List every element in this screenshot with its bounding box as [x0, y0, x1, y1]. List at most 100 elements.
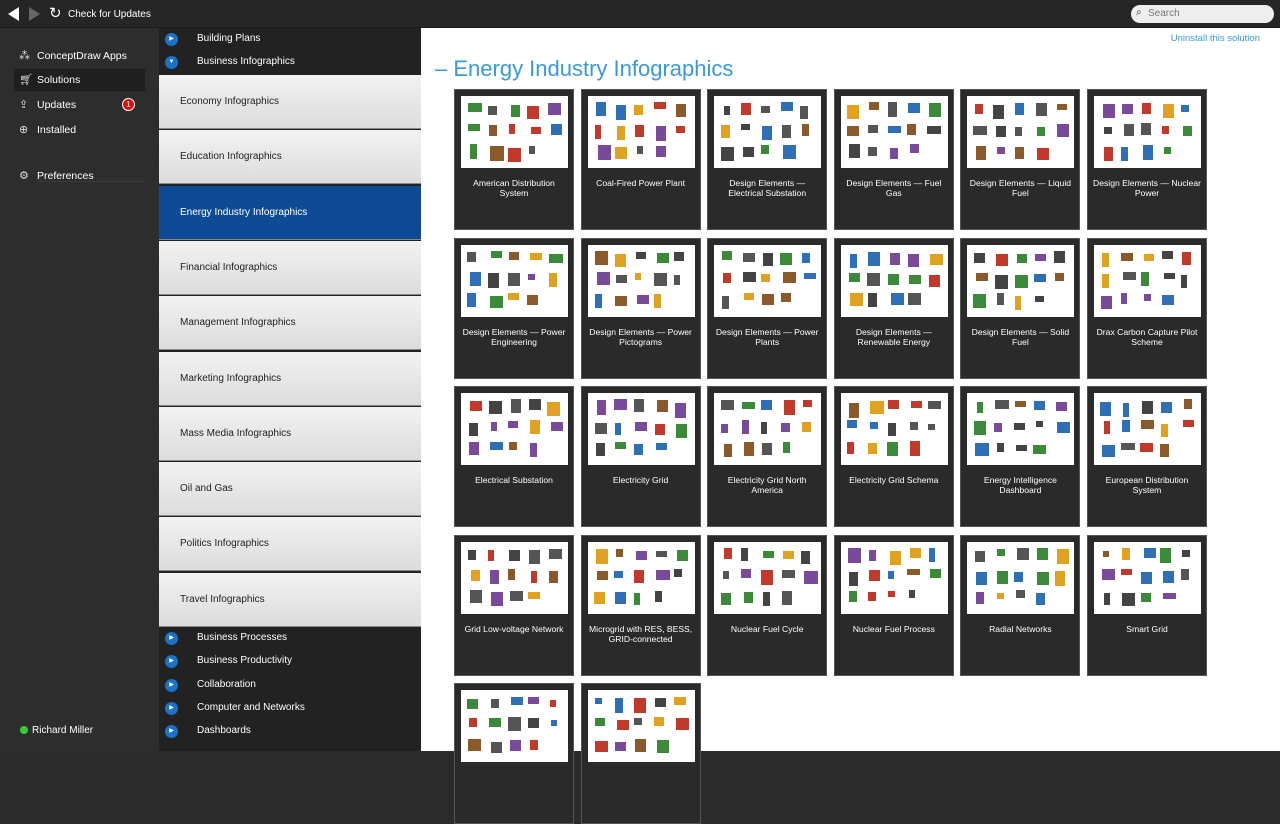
thumbnail-shape: [723, 548, 733, 559]
solution-card[interactable]: Design Elements — Liquid Fuel: [960, 89, 1081, 230]
thumbnail-shape: [993, 105, 1005, 119]
solution-card[interactable]: Nuclear Fuel Process: [833, 534, 954, 676]
thumbnail-shape: [529, 399, 541, 410]
thumbnail-shape: [803, 272, 817, 280]
thumbnail-shape: [1014, 126, 1023, 136]
solution-card[interactable]: Electricity Grid North America: [707, 386, 828, 527]
apps-icon: ⁂: [19, 50, 30, 62]
nav-installed[interactable]: ⊕ Installed: [14, 119, 145, 141]
subcategory-item[interactable]: Oil and Gas: [159, 462, 421, 517]
solution-card[interactable]: Electrical Substation: [454, 386, 574, 527]
solution-card[interactable]: Drax Carbon Capture Pilot Scheme: [1087, 237, 1207, 379]
thumbnail-shape: [781, 124, 791, 138]
uninstall-link[interactable]: Uninstall this solution: [1171, 33, 1260, 44]
thumbnail-shape: [530, 252, 542, 261]
nav-conceptdraw-apps[interactable]: ⁂ ConceptDraw Apps: [14, 45, 145, 67]
thumbnail-shape: [887, 274, 899, 285]
solution-card[interactable]: [454, 683, 574, 824]
thumbnail-shape: [1056, 124, 1069, 138]
thumbnail-shape: [927, 125, 941, 135]
solution-card[interactable]: Microgrid with RES, BESS, GRID-connected: [580, 534, 701, 676]
subcategory-item[interactable]: Financial Infographics: [159, 240, 421, 295]
solution-card[interactable]: Grid Low-voltage Network: [454, 534, 574, 676]
category-item[interactable]: ▼ Business Infographics: [159, 51, 421, 74]
solution-card[interactable]: Design Elements — Power Pictograms: [580, 237, 701, 379]
solution-card[interactable]: Electricity Grid Schema: [833, 386, 954, 527]
thumbnail-shape: [1140, 572, 1152, 585]
left-sidebar: ⁂ ConceptDraw Apps 🛒︎ Solutions ⇪ Updates 1 …: [0, 28, 159, 751]
thumbnail-shape: [1014, 571, 1023, 582]
subcategory-item[interactable]: Mass Media Infographics: [159, 406, 421, 461]
solution-card[interactable]: Design Elements — Nuclear Power: [1087, 89, 1207, 230]
subcategory-item[interactable]: Energy Industry Infographics: [159, 185, 421, 240]
thumbnail-shape: [930, 253, 944, 265]
solution-card[interactable]: European Distribution System: [1087, 386, 1207, 527]
subcategory-item[interactable]: Education Infographics: [159, 130, 421, 185]
solution-card[interactable]: Smart Grid: [1087, 534, 1207, 676]
thumbnail-shape: [1182, 126, 1193, 136]
thumbnail-shape: [1181, 550, 1191, 557]
thumbnail-shape: [847, 547, 861, 563]
nav-updates[interactable]: ⇪ Updates 1: [14, 94, 145, 116]
card-thumbnail: [1094, 393, 1201, 465]
solution-card[interactable]: Energy Intelligence Dashboard: [960, 386, 1081, 527]
card-title: Nuclear Fuel Cycle: [730, 623, 804, 634]
subcategory-item[interactable]: Marketing Infographics: [159, 351, 421, 406]
category-item[interactable]: ▶ Business Productivity: [159, 650, 421, 673]
thumbnail-shape: [887, 591, 896, 598]
forward-button[interactable]: [29, 7, 40, 21]
solution-card[interactable]: Design Elements — Power Plants: [707, 237, 828, 379]
thumbnail-shape: [868, 592, 877, 601]
subcategory-item[interactable]: Travel Infographics: [159, 572, 421, 627]
subcategory-item[interactable]: Management Infographics: [159, 296, 421, 351]
thumbnail-shape: [507, 717, 521, 732]
solution-card[interactable]: Radial Networks: [960, 534, 1081, 676]
thumbnail-shape: [743, 252, 756, 263]
solution-card[interactable]: Nuclear Fuel Cycle: [707, 534, 828, 676]
user-status[interactable]: Richard Miller: [20, 725, 93, 736]
thumbnail-shape: [488, 105, 498, 116]
search-input[interactable]: ⌕ Search: [1131, 5, 1274, 23]
solution-card[interactable]: Coal-Fired Power Plant: [580, 89, 701, 230]
thumbnail-shape: [740, 123, 750, 131]
category-item[interactable]: ▶ Collaboration: [159, 674, 421, 697]
back-button[interactable]: [8, 7, 19, 21]
thumbnail-shape: [527, 591, 540, 599]
thumbnail-shape: [1161, 423, 1169, 438]
thumbnail-shape: [1162, 570, 1174, 583]
thumbnail-shape: [1121, 443, 1136, 451]
category-item[interactable]: ▶ Business Processes: [159, 627, 421, 650]
category-item[interactable]: ▶ Building Plans: [159, 28, 421, 51]
solution-card[interactable]: Design Elements — Fuel Gas: [833, 89, 954, 230]
thumbnail-shape: [676, 717, 689, 730]
subcategory-item[interactable]: Economy Infographics: [159, 75, 421, 129]
thumbnail-shape: [614, 296, 627, 306]
thumbnail-shape: [848, 590, 858, 603]
category-item[interactable]: ▶ Computer and Networks: [159, 697, 421, 720]
thumbnail-shape: [721, 146, 734, 162]
solution-card[interactable]: Design Elements — Power Engineering: [454, 237, 574, 379]
nav-solutions[interactable]: 🛒︎ Solutions: [14, 69, 145, 91]
thumbnail-shape: [887, 441, 898, 456]
thumbnail-shape: [1014, 275, 1028, 288]
thumbnail-shape: [1120, 253, 1134, 262]
solution-card[interactable]: [580, 683, 701, 824]
thumbnail-shape: [633, 399, 645, 412]
solution-card[interactable]: Design Elements — Electrical Substation: [707, 89, 828, 230]
solution-card[interactable]: Electricity Grid: [580, 386, 701, 527]
card-title: Coal-Fired Power Plant: [596, 178, 686, 188]
solution-card[interactable]: Design Elements — Solid Fuel: [960, 237, 1081, 379]
thumbnail-shape: [467, 251, 476, 262]
solution-card[interactable]: American Distribution System: [454, 89, 574, 230]
category-item[interactable]: ▶ Dashboards: [159, 720, 421, 743]
thumbnail-shape: [849, 571, 858, 587]
thumbnail-shape: [656, 570, 671, 581]
solution-card[interactable]: Design Elements — Renewable Energy: [833, 237, 954, 379]
check-updates-button[interactable]: Check for Updates: [68, 9, 151, 20]
refresh-icon[interactable]: ↻: [49, 6, 62, 21]
thumbnail-shape: [1014, 146, 1024, 160]
subcategory-item[interactable]: Politics Infographics: [159, 517, 421, 572]
thumbnail-shape: [1143, 145, 1154, 160]
nav-preferences[interactable]: ⚙ Preferences: [14, 165, 145, 187]
thumbnail-shape: [637, 295, 649, 305]
